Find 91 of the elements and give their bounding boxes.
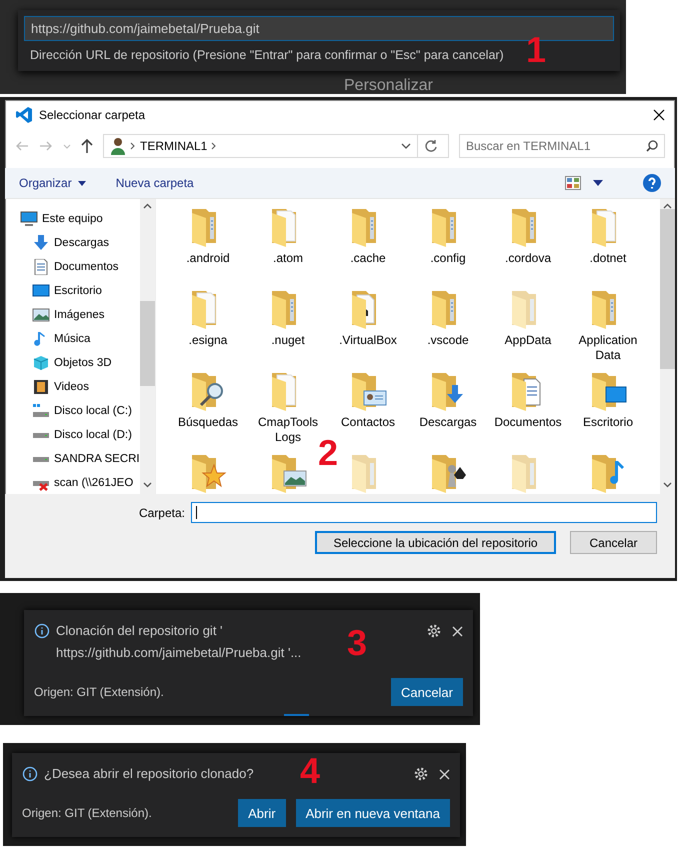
scroll-down-icon xyxy=(143,482,152,488)
folder-label: Carpeta: xyxy=(138,506,185,520)
search-icon xyxy=(646,140,658,152)
folder-item[interactable]: AppData xyxy=(492,287,564,348)
folder-input-field[interactable] xyxy=(191,502,657,523)
notification-button[interactable]: Abrir xyxy=(238,799,286,827)
folder-item[interactable]: .cache xyxy=(332,205,404,266)
notification-button[interactable]: Abrir en nueva ventana xyxy=(296,799,450,827)
scrollbar-thumb[interactable] xyxy=(660,209,675,369)
nav-item[interactable]: SANDRA SECRI xyxy=(5,447,140,471)
folder-item[interactable]: .esigna xyxy=(172,287,244,348)
search-field[interactable]: Buscar en TERMINAL1 xyxy=(459,134,665,158)
nav-item[interactable]: Descargas xyxy=(5,231,140,255)
dialog-title: Seleccionar carpeta xyxy=(39,108,146,122)
up-arrow-icon xyxy=(81,139,93,153)
settings-gear-icon xyxy=(413,766,429,782)
film-icon xyxy=(32,379,50,395)
windows-drive-icon xyxy=(32,403,50,419)
info-icon xyxy=(34,623,50,639)
notification-message: ¿Desea abrir el repositorio clonado? xyxy=(44,765,254,783)
folder-item[interactable]: .config xyxy=(412,205,484,266)
input-hint: Dirección URL de repositorio (Presione "Entrar" para confirmar o "Esc" para cancelar) xyxy=(29,47,505,64)
nav-item[interactable]: Documentos xyxy=(5,255,140,279)
close-icon xyxy=(439,768,450,780)
nav-item[interactable]: Disco local (D:) xyxy=(5,423,140,447)
download-arrow-icon xyxy=(32,235,50,251)
notification-button[interactable]: Cancelar xyxy=(390,678,463,706)
forward-arrow-icon xyxy=(39,141,53,151)
caret-icon xyxy=(593,180,603,186)
folder-item[interactable]: .dotnet xyxy=(572,205,644,266)
notification-source: Origen: GIT (Extensión). xyxy=(34,685,164,699)
scrollbar[interactable] xyxy=(660,199,675,494)
annotation-number: 3 xyxy=(347,625,368,661)
scroll-up-icon xyxy=(663,203,672,209)
folder-item[interactable]: .nuget xyxy=(252,287,324,348)
picture-icon xyxy=(32,307,50,323)
back-arrow-icon xyxy=(15,141,29,151)
folder-item[interactable]: Contactos xyxy=(332,369,404,430)
scroll-up-icon xyxy=(143,203,152,209)
folder-item[interactable]: Escritorio xyxy=(572,369,644,430)
desktop-icon xyxy=(32,283,50,299)
folder-item[interactable]: .vscode xyxy=(412,287,484,348)
chevron-right-icon xyxy=(211,142,218,150)
folder-item[interactable]: .cordova xyxy=(492,205,564,266)
folder-item[interactable]: Application Data xyxy=(572,287,644,363)
caret-icon xyxy=(78,180,86,186)
close-icon xyxy=(653,109,665,121)
background-menu-text: Personalizar xyxy=(344,77,433,94)
user-folder-icon xyxy=(110,137,126,155)
drive-icon xyxy=(32,456,50,462)
folder-item[interactable]: Descargas xyxy=(412,369,484,430)
folder-item[interactable]: Documentos xyxy=(492,369,564,430)
toolbar-button[interactable]: Nueva carpeta xyxy=(116,176,194,190)
nav-item[interactable]: Este equipo xyxy=(5,207,140,231)
folder-item[interactable]: Búsquedas xyxy=(172,369,244,430)
computer-icon xyxy=(20,211,38,227)
dropdown-caret-icon xyxy=(63,144,71,148)
scrollbar[interactable] xyxy=(140,199,155,494)
address-bar[interactable]: TERMINAL1 xyxy=(103,134,449,158)
folder-item[interactable]: .android xyxy=(172,205,244,266)
nav-item[interactable]: Videos xyxy=(5,375,140,399)
nav-item[interactable]: scan (\\261JEO xyxy=(5,471,140,494)
refresh-icon xyxy=(424,139,438,153)
dialog-button[interactable]: Cancelar xyxy=(570,531,657,554)
nav-item[interactable]: Escritorio xyxy=(5,279,140,303)
nav-item[interactable]: Música xyxy=(5,327,140,351)
nav-item[interactable]: Imágenes xyxy=(5,303,140,327)
nav-item[interactable]: Disco local (C:) xyxy=(5,399,140,423)
toolbar-button[interactable]: Organizar xyxy=(19,176,86,190)
chevron-right-icon xyxy=(130,142,136,150)
view-icon xyxy=(565,176,581,190)
folder-item[interactable]: .VirtualBox xyxy=(332,287,404,348)
settings-gear-icon xyxy=(426,623,442,639)
scroll-down-icon xyxy=(663,482,672,488)
cube-icon xyxy=(32,355,50,371)
nav-item[interactable]: Objetos 3D xyxy=(5,351,140,375)
scrollbar-thumb[interactable] xyxy=(140,301,155,386)
dropdown-caret-icon xyxy=(401,143,411,149)
help-icon xyxy=(643,174,661,192)
notification-source: Origen: GIT (Extensión). xyxy=(22,806,152,820)
info-icon xyxy=(22,766,38,782)
drive-icon xyxy=(32,432,50,438)
annotation-number: 4 xyxy=(300,753,320,789)
notification-message: Clonación del repositorio git ' https://github.com/jaimebetal/Prueba.git '... xyxy=(56,622,302,662)
close-icon xyxy=(452,626,463,636)
document-icon xyxy=(32,259,50,275)
breadcrumb-item[interactable]: TERMINAL1 xyxy=(140,139,208,153)
annotation-number: 2 xyxy=(318,435,338,471)
dialog-button[interactable]: Seleccione la ubicación del repositorio xyxy=(315,531,556,554)
folder-item[interactable]: .atom xyxy=(252,205,324,266)
app-logo-icon xyxy=(15,106,33,124)
